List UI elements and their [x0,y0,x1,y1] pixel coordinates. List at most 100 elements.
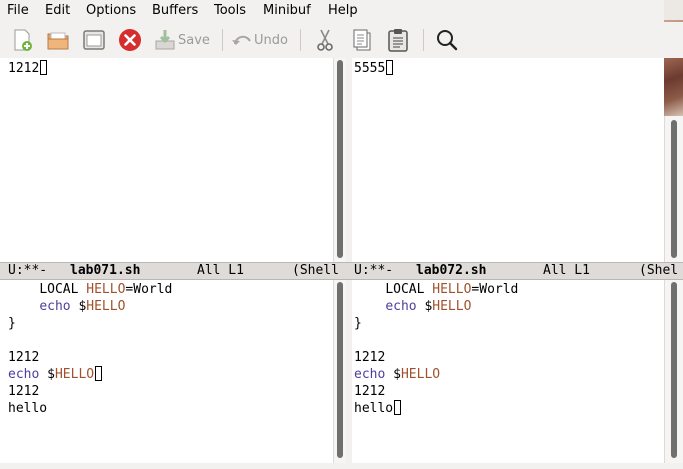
scrollbar-bottom-left[interactable] [333,280,346,463]
variable-token: HELLO [432,282,472,297]
buffer-line: 1212 [354,349,385,366]
dired-icon [82,28,106,52]
buffer-line: } [354,315,362,332]
buffer-line: hello [354,400,402,417]
text-token: hello [8,401,48,416]
dired-button[interactable] [82,26,106,54]
undo-icon [230,28,254,52]
buffer-line: 1212 [354,383,385,400]
scrollbar-thumb[interactable] [671,120,677,258]
search-icon [435,28,459,52]
modeline-status: U:**- [8,263,48,278]
save-icon [153,28,177,52]
new-file-button[interactable] [10,26,34,54]
menu-bar: File Edit Options Buffers Tools Minibuf … [0,0,683,22]
text-token: =World [125,282,173,297]
keyword-token: echo [354,367,386,382]
save-label: Save [178,32,210,48]
variable-token: HELLO [54,367,95,382]
text-token: 1212 [354,350,386,365]
modeline-status: U:**- [354,263,394,278]
buffer-line: echo $HELLO [8,366,103,383]
text-token: 1212 [8,384,40,399]
buffer-line: 1212 [8,383,39,400]
text-token: =World [471,282,519,297]
buffer-line: LOCAL HELLO=World [8,281,172,298]
paste-icon [386,28,410,52]
scrollbar-thumb[interactable] [671,282,677,458]
text-cursor [95,366,103,381]
toolbar-separator [222,29,223,51]
mode-line-left[interactable]: U:**- lab071.sh All L1 (Shell [0,262,346,280]
variable-token: HELLO [86,299,126,314]
close-buffer-icon [118,28,142,52]
modeline-position: All L1 [197,263,244,278]
scrollbar-thumb[interactable] [337,282,343,458]
new-file-icon [10,28,34,52]
modeline-buffer-name[interactable]: lab072.sh [416,263,486,279]
menu-tools[interactable]: Tools [214,3,246,18]
close-buffer-button[interactable] [118,26,142,54]
text-cursor [394,400,402,415]
buffer-line: } [8,315,16,332]
menu-file[interactable]: File [7,3,29,18]
editor-window-bottom-left[interactable]: LOCAL HELLO=World echo $HELLO} 1212 echo $… [0,280,333,463]
text-token: hello [354,401,394,416]
background-strip [664,0,683,20]
keyword-token: echo [385,299,417,314]
line-text: 1212 [8,61,40,76]
keyword-token: echo [8,367,40,382]
modeline-buffer-name[interactable]: lab071.sh [70,263,140,279]
text-cursor [40,60,48,75]
variable-token: HELLO [400,367,441,382]
editor-window-bottom-right[interactable]: LOCAL HELLO=World echo $HELLO} 1212 echo $… [352,280,664,463]
echo-area [0,463,683,469]
menu-minibuf[interactable]: Minibuf [263,3,311,18]
scrollbar-thumb[interactable] [337,60,343,258]
toolbar: Save Undo [0,22,683,58]
text-token: } [354,316,362,331]
text-token: $ [70,299,87,314]
modeline-position: All L1 [543,263,590,278]
copy-icon [350,28,374,52]
text-token: $ [39,367,55,382]
search-button[interactable] [435,26,459,54]
save-button[interactable]: Save [153,26,210,54]
variable-token: HELLO [86,282,126,297]
menu-options[interactable]: Options [86,3,136,18]
text-token: 1212 [8,350,40,365]
menu-help[interactable]: Help [328,3,358,18]
scrollbar-top-left[interactable] [333,58,346,262]
buffer-line: echo $HELLO [354,366,440,383]
modeline-mode[interactable]: (Shel [639,263,678,279]
variable-token: HELLO [432,299,472,314]
editor-window-top-left[interactable]: 1212 [0,58,333,262]
open-folder-icon [46,28,70,52]
modeline-mode[interactable]: (Shell [292,263,339,279]
text-token: LOCAL [39,282,87,297]
scrollbar-top-right[interactable] [664,116,683,262]
cut-button[interactable] [313,26,337,54]
buffer-line: LOCAL HELLO=World [354,281,518,298]
scrollbar-bottom-right[interactable] [664,280,683,463]
undo-button[interactable]: Undo [230,26,288,54]
open-file-button[interactable] [46,26,70,54]
copy-button[interactable] [350,26,374,54]
menu-edit[interactable]: Edit [45,3,70,18]
cut-icon [313,28,337,52]
menu-buffers[interactable]: Buffers [152,3,198,18]
buffer-line: echo $HELLO [8,298,125,315]
paste-button[interactable] [386,26,410,54]
buffer-line: hello [8,400,47,417]
text-token: 1212 [354,384,386,399]
text-cursor [386,60,394,75]
toolbar-separator [300,29,301,51]
editor-window-top-right[interactable]: 5555 [352,58,664,262]
text-token: LOCAL [385,282,433,297]
buffer-line: 1212 [8,60,48,77]
buffer-line: echo $HELLO [354,298,471,315]
toolbar-separator [423,29,424,51]
keyword-token: echo [39,299,71,314]
mode-line-right[interactable]: U:**- lab072.sh All L1 (Shel [346,262,683,280]
text-token: } [8,316,16,331]
